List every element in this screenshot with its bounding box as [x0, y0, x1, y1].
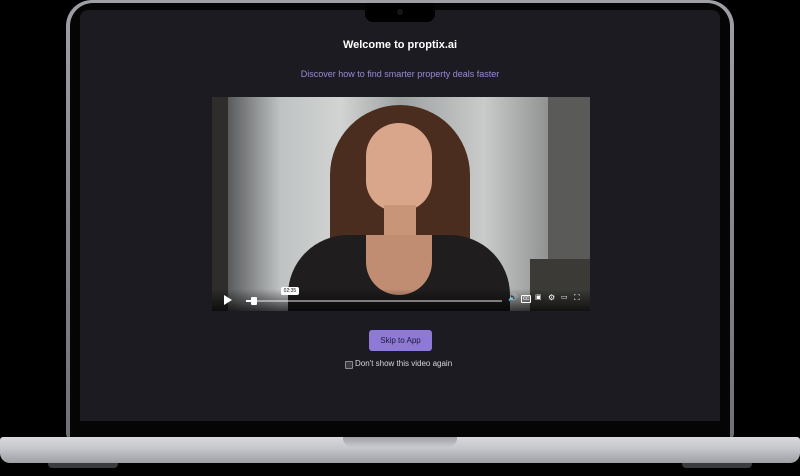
presenter-face — [366, 123, 432, 211]
dont-show-again-checkbox[interactable] — [345, 361, 353, 369]
volume-icon[interactable]: 🔊 — [508, 293, 518, 303]
video-controls: 02:35 🔊 cc ▣ ⚙ ▭ ⛶ — [212, 287, 590, 311]
app-screen: Welcome to proptix.ai Discover how to fi… — [80, 10, 720, 421]
dont-show-again-label[interactable]: Don't show this video again — [355, 359, 452, 368]
laptop-foot — [48, 463, 118, 468]
fullscreen-icon[interactable]: ⛶ — [574, 293, 580, 303]
screen-bottom-bezel — [70, 421, 730, 437]
page-title: Welcome to proptix.ai — [342, 39, 458, 51]
skip-to-app-button[interactable]: Skip to App — [369, 330, 432, 351]
miniplayer-icon[interactable]: ▣ — [535, 293, 542, 303]
play-icon[interactable] — [224, 295, 232, 305]
captions-icon[interactable]: cc — [521, 295, 531, 303]
settings-icon[interactable]: ⚙ — [548, 293, 555, 303]
time-tooltip: 02:35 — [280, 287, 300, 295]
progress-bar[interactable] — [246, 300, 502, 302]
laptop-opening-notch — [343, 437, 457, 447]
video-background-wall — [212, 97, 228, 311]
laptop-foot — [682, 463, 752, 468]
camera-icon — [397, 9, 403, 15]
intro-video-player[interactable]: 02:35 🔊 cc ▣ ⚙ ▭ ⛶ — [212, 97, 590, 311]
scrubber-handle[interactable]: 02:35 — [250, 287, 300, 305]
page-subtitle: Discover how to find smarter property de… — [300, 69, 500, 79]
theater-icon[interactable]: ▭ — [561, 293, 568, 303]
